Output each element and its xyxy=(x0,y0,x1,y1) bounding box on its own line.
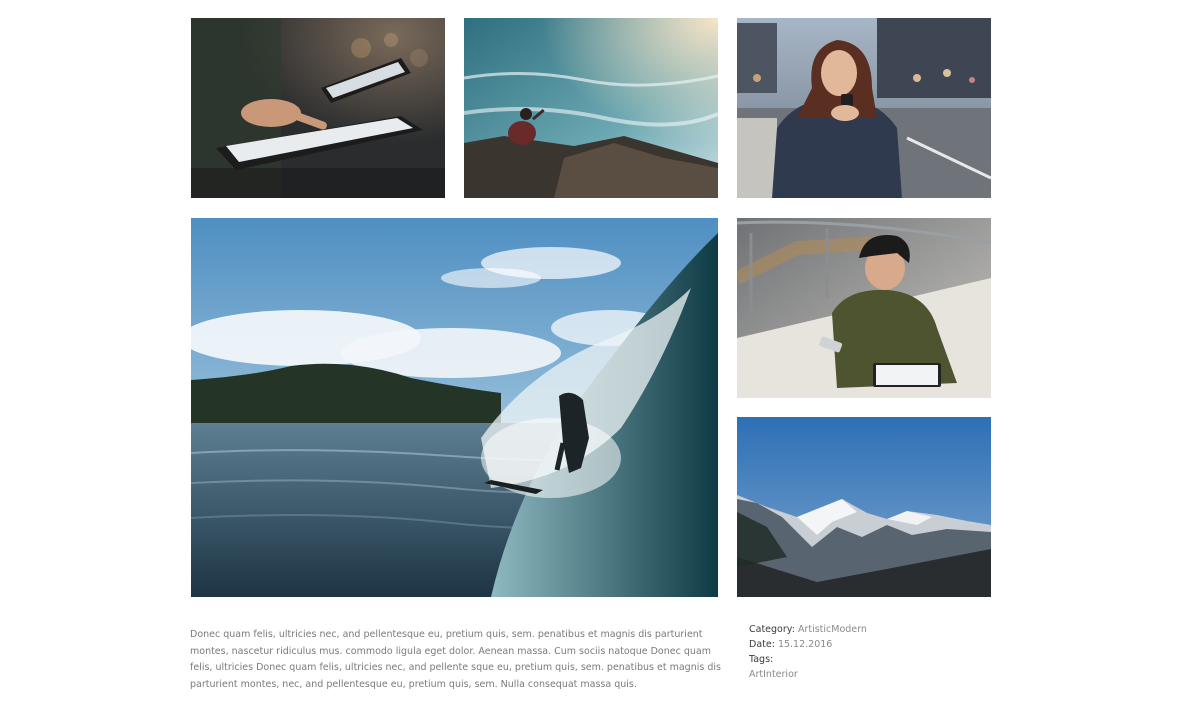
gallery-image-bench[interactable] xyxy=(737,218,991,398)
meta-tags-row: Tags: xyxy=(749,652,989,667)
gallery-image-street[interactable] xyxy=(737,18,991,198)
date-label: Date: xyxy=(749,639,775,650)
gallery-image-cliff[interactable] xyxy=(464,18,718,198)
mountain-photo xyxy=(737,417,991,597)
tag-link[interactable]: ArtInterior xyxy=(749,669,798,680)
cliff-photo xyxy=(464,18,718,198)
street-photo xyxy=(737,18,991,198)
tablet-photo xyxy=(191,18,445,198)
meta-tags-values: ArtInterior xyxy=(749,667,989,682)
project-meta: Category: ArtisticModern Date: 15.12.201… xyxy=(749,622,989,682)
date-value: 15.12.2016 xyxy=(777,639,833,650)
surf-photo xyxy=(191,218,718,597)
meta-category-row: Category: ArtisticModern xyxy=(749,622,989,637)
tags-label: Tags: xyxy=(749,654,774,665)
category-label: Category: xyxy=(749,624,795,635)
category-link[interactable]: ArtisticModern xyxy=(798,624,867,635)
meta-date-row: Date: 15.12.2016 xyxy=(749,637,989,652)
bench-photo xyxy=(737,218,991,398)
gallery-image-mountain[interactable] xyxy=(737,417,991,597)
gallery-image-surf[interactable] xyxy=(191,218,718,597)
project-description: Donec quam felis, ultricies nec, and pel… xyxy=(190,629,721,690)
gallery-image-tablet[interactable] xyxy=(191,18,445,198)
